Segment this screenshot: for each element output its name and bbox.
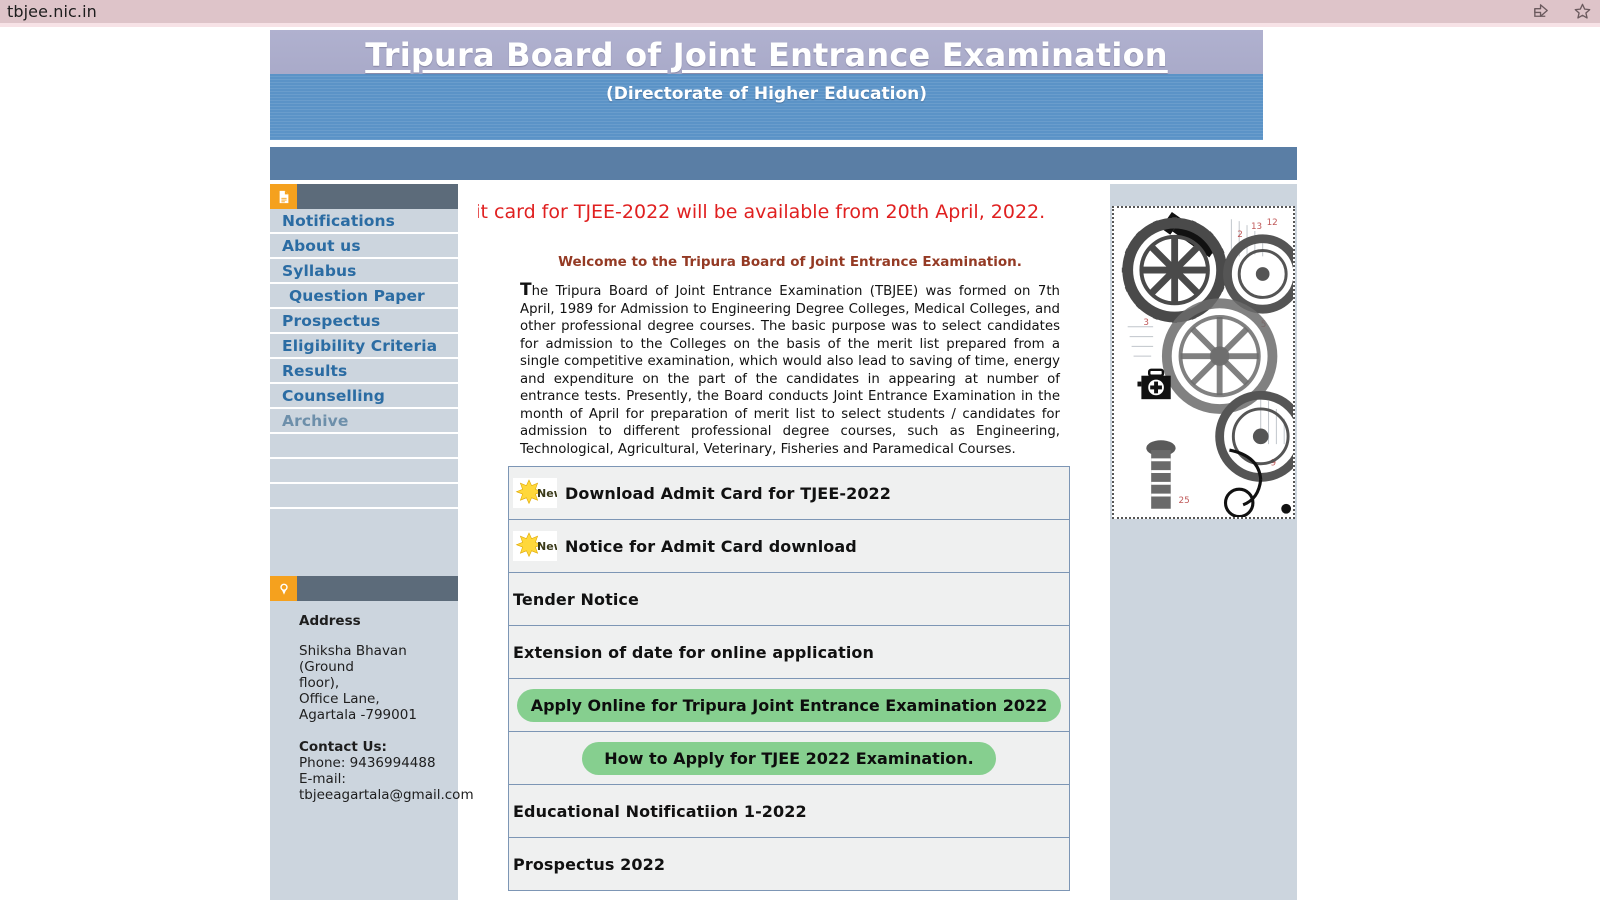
- notice-list: New Download Admit Card for TJEE-2022 Ne…: [508, 466, 1070, 891]
- page-subtitle: (Directorate of Higher Education): [605, 84, 928, 104]
- sidebar-item-results[interactable]: Results: [270, 359, 458, 384]
- phone-number: Phone: 9436994488: [299, 755, 436, 771]
- notice-row[interactable]: Tender Notice: [509, 573, 1069, 626]
- site-header: Tripura Board of Joint Entrance Examinat…: [270, 30, 1263, 140]
- main-content: Admit card for TJEE-2022 will be availab…: [478, 184, 1102, 900]
- sidebar-item-label: Archive: [282, 411, 349, 430]
- sidebar-item-label: Eligibility Criteria: [282, 336, 438, 355]
- sidebar-item-about-us[interactable]: About us: [270, 234, 458, 259]
- notice-row[interactable]: How to Apply for TJEE 2022 Examination.: [509, 732, 1069, 785]
- sidebar-item-syllabus[interactable]: Syllabus: [270, 259, 458, 284]
- notice-row[interactable]: Apply Online for Tripura Joint Entrance …: [509, 679, 1069, 732]
- marquee-text: Admit card for TJEE-2022 will be availab…: [478, 201, 1046, 223]
- left-sidebar: Notifications About us Syllabus Question…: [270, 184, 474, 900]
- svg-text:New: New: [537, 487, 557, 500]
- new-star-badge: New: [513, 478, 557, 508]
- notice-row[interactable]: Educational Notificatiion 1-2022: [509, 785, 1069, 838]
- sidebar-item-label: Counselling: [282, 386, 386, 405]
- address-line: Shiksha Bhavan (Ground: [299, 643, 407, 675]
- sidebar-item-question-paper[interactable]: Question Paper: [270, 284, 458, 309]
- sidebar-item-label: Prospectus: [282, 311, 381, 330]
- sidebar-menu: Notifications About us Syllabus Question…: [270, 209, 458, 509]
- address-line: Agartala -799001: [299, 707, 417, 723]
- sidebar-spacer: [270, 434, 458, 459]
- browser-actions: [1532, 0, 1592, 23]
- sidebar-spacer: [270, 459, 458, 484]
- apply-online-button[interactable]: Apply Online for Tripura Joint Entrance …: [516, 688, 1062, 722]
- address-lines: Shiksha Bhavan (Ground floor), Office La…: [299, 643, 444, 723]
- right-sidebar: 1312 25 33 925: [1110, 184, 1297, 900]
- notice-label: Notice for Admit Card download: [565, 536, 857, 556]
- svg-text:13: 13: [1251, 222, 1262, 232]
- browser-toolbar: tbjee.nic.in: [0, 0, 1600, 23]
- contact-heading: Contact Us:: [299, 739, 387, 755]
- sidebar-item-label: About us: [282, 236, 361, 255]
- sidebar-item-eligibility-criteria[interactable]: Eligibility Criteria: [270, 334, 458, 359]
- page-title: Tripura Board of Joint Entrance Examinat…: [365, 36, 1168, 74]
- contact-block: Contact Us: Phone: 9436994488 E-mail: tb…: [299, 739, 474, 803]
- page-content: Tripura Board of Joint Entrance Examinat…: [0, 27, 1600, 900]
- contact-details: Address Shiksha Bhavan (Ground floor), O…: [270, 601, 474, 803]
- drop-cap: T: [520, 280, 532, 300]
- contact-panel-header: [270, 576, 458, 601]
- sidebar-item-label: Results: [282, 361, 348, 380]
- svg-text:New: New: [537, 540, 557, 553]
- sidebar-item-label: Question Paper: [289, 286, 425, 305]
- svg-text:3: 3: [1143, 318, 1149, 328]
- document-icon: [270, 184, 297, 209]
- svg-text:25: 25: [1179, 496, 1190, 506]
- address-line: floor),: [299, 675, 340, 691]
- star-icon[interactable]: [1573, 2, 1592, 21]
- body-area: Notifications About us Syllabus Question…: [270, 184, 1297, 900]
- notice-row[interactable]: New Notice for Admit Card download: [509, 520, 1069, 573]
- sidebar-item-archive[interactable]: Archive: [270, 409, 458, 434]
- about-paragraph: The Tripura Board of Joint Entrance Exam…: [520, 282, 1060, 458]
- address-bar[interactable]: tbjee.nic.in: [0, 2, 97, 21]
- nav-bar: [270, 147, 1297, 180]
- sidebar-item-label: Notifications: [282, 211, 395, 230]
- sidebar-spacer: [270, 484, 458, 509]
- notice-row[interactable]: Prospectus 2022: [509, 838, 1069, 891]
- how-to-apply-button[interactable]: How to Apply for TJEE 2022 Examination.: [582, 741, 996, 775]
- about-body: he Tripura Board of Joint Entrance Exami…: [520, 284, 1060, 457]
- notice-label: Download Admit Card for TJEE-2022: [565, 483, 892, 503]
- address-heading: Address: [299, 613, 361, 629]
- sidebar-item-counselling[interactable]: Counselling: [270, 384, 458, 409]
- welcome-heading: Welcome to the Tripura Board of Joint En…: [558, 254, 1022, 270]
- sidebar-item-label: Syllabus: [282, 261, 357, 280]
- contact-panel: Address Shiksha Bhavan (Ground floor), O…: [270, 576, 474, 803]
- new-star-badge: New: [513, 531, 557, 561]
- email-address[interactable]: tbjeeagartala@gmail.com: [299, 787, 474, 803]
- email-label: E-mail:: [299, 771, 346, 787]
- notice-label: Tender Notice: [513, 589, 639, 609]
- notice-label: Educational Notificatiion 1-2022: [513, 801, 807, 821]
- sidebar-item-notifications[interactable]: Notifications: [270, 209, 458, 234]
- notice-label: Extension of date for online application: [513, 642, 874, 662]
- gears-and-medical-instruments-collage: 1312 25 33 925: [1112, 206, 1295, 519]
- notice-row[interactable]: Extension of date for online application: [509, 626, 1069, 679]
- sidebar-item-prospectus[interactable]: Prospectus: [270, 309, 458, 334]
- location-pin-icon: [270, 576, 297, 601]
- marquee-banner: Admit card for TJEE-2022 will be availab…: [478, 198, 1102, 226]
- notice-row[interactable]: New Download Admit Card for TJEE-2022: [509, 467, 1069, 520]
- share-icon[interactable]: [1532, 2, 1551, 21]
- svg-text:2: 2: [1237, 230, 1243, 240]
- svg-text:12: 12: [1267, 218, 1278, 228]
- notice-label: Prospectus 2022: [513, 854, 666, 874]
- address-line: Office Lane,: [299, 691, 380, 707]
- menu-panel-header: [270, 184, 458, 209]
